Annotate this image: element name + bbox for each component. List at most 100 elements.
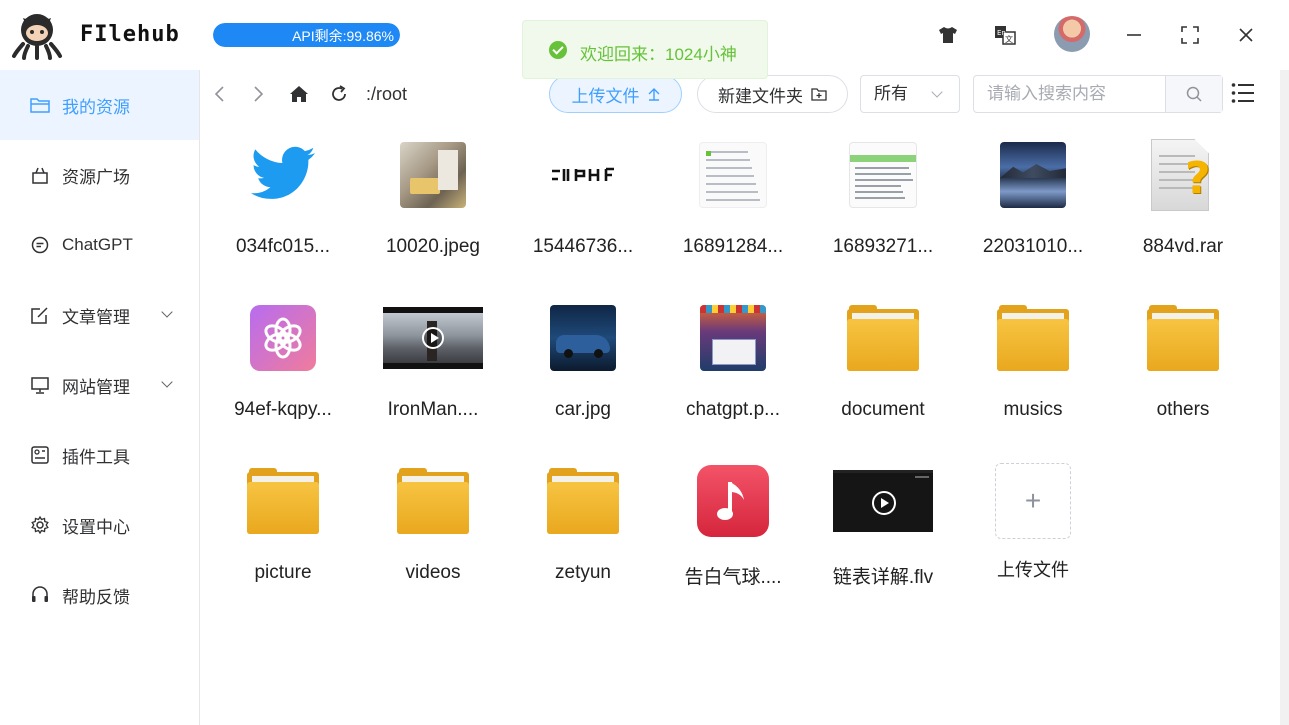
- sidebar-item[interactable]: 网站管理: [0, 350, 199, 420]
- translate-icon[interactable]: En 文: [992, 22, 1018, 48]
- file-name: 16893271...: [832, 236, 934, 257]
- upload-button-label: 上传文件: [571, 86, 640, 106]
- api-quota-label: API剩余:99.86%: [292, 28, 394, 44]
- file-name: chatgpt.p...: [685, 399, 780, 420]
- file-item[interactable]: 10020.jpeg: [358, 130, 508, 290]
- file-name: 链表详解.flv: [832, 567, 934, 588]
- file-item[interactable]: 034fc015...: [208, 130, 358, 290]
- home-icon[interactable]: [286, 81, 312, 107]
- file-item[interactable]: 15446736...: [508, 130, 658, 290]
- chevron-down-icon[interactable]: [161, 306, 173, 318]
- file-item[interactable]: car.jpg: [508, 293, 658, 453]
- folder-icon: [383, 456, 483, 546]
- unknown-file-icon: ?: [1133, 130, 1233, 220]
- folder-item[interactable]: others: [1108, 293, 1258, 453]
- monitor-icon: [30, 375, 50, 395]
- file-name: 034fc015...: [235, 236, 331, 257]
- sidebar-item-label: 资源广场: [62, 167, 130, 187]
- welcome-toast: 欢迎回来：1024小神: [522, 20, 768, 79]
- file-name: 15446736...: [532, 236, 634, 257]
- folder-icon: [833, 293, 933, 383]
- file-name: picture: [254, 562, 312, 583]
- minimize-icon[interactable]: [1121, 22, 1147, 48]
- upload-arrow-icon: [648, 88, 659, 101]
- sidebar-item[interactable]: 帮助反馈: [0, 560, 199, 630]
- folder-icon: [983, 293, 1083, 383]
- image-thumbnail: [683, 293, 783, 383]
- openai-logo-icon: [233, 293, 333, 383]
- file-name: 22031010...: [982, 236, 1084, 257]
- sidebar-item[interactable]: 插件工具: [0, 420, 199, 490]
- gear-icon: [30, 515, 50, 535]
- chevron-down-icon: [931, 86, 943, 98]
- sidebar-item[interactable]: 设置中心: [0, 490, 199, 560]
- sidebar-item-label: 帮助反馈: [62, 587, 130, 607]
- file-name: 16891284...: [682, 236, 784, 257]
- close-icon[interactable]: [1233, 22, 1259, 48]
- scrollbar[interactable]: [1280, 70, 1289, 725]
- folder-item[interactable]: videos: [358, 456, 508, 616]
- folder-icon: [1133, 293, 1233, 383]
- welcome-toast-message: 欢迎回来：1024小神: [580, 45, 737, 64]
- folder-icon: [30, 95, 50, 115]
- back-icon[interactable]: [206, 81, 232, 107]
- folder-item[interactable]: zetyun: [508, 456, 658, 616]
- folder-item[interactable]: document: [808, 293, 958, 453]
- plugin-icon: [30, 445, 50, 465]
- folder-item[interactable]: musics: [958, 293, 1108, 453]
- music-note-icon: [683, 456, 783, 546]
- file-name: 884vd.rar: [1142, 236, 1224, 257]
- chat-icon: [30, 235, 50, 255]
- file-name: car.jpg: [555, 399, 611, 420]
- file-item[interactable]: IronMan....: [358, 293, 508, 453]
- sidebar: 我的资源资源广场 ChatGPT 文章管理网站管理插件工具设置中心帮助反馈: [0, 70, 200, 725]
- sidebar-item[interactable]: 我的资源: [0, 70, 199, 140]
- maximize-icon[interactable]: [1177, 22, 1203, 48]
- file-name: 告白气球....: [684, 567, 782, 588]
- file-item[interactable]: 链表详解.flv: [808, 456, 958, 616]
- bag-icon: [30, 165, 50, 185]
- user-avatar[interactable]: [1054, 16, 1090, 52]
- app-brand: FIlehub: [80, 22, 180, 47]
- file-item[interactable]: chatgpt.p...: [658, 293, 808, 453]
- upload-tile[interactable]: + 上传文件: [958, 456, 1108, 616]
- new-folder-button[interactable]: 新建文件夹: [697, 75, 848, 113]
- sidebar-item[interactable]: 文章管理: [0, 280, 199, 350]
- file-item[interactable]: 16891284...: [658, 130, 808, 290]
- tshirt-icon[interactable]: [935, 22, 961, 48]
- current-path: :/root: [366, 84, 408, 104]
- file-item[interactable]: 94ef-kqpy...: [208, 293, 358, 453]
- file-name: IronMan....: [387, 399, 479, 420]
- folder-item[interactable]: picture: [208, 456, 358, 616]
- file-item[interactable]: 16893271...: [808, 130, 958, 290]
- file-name: 94ef-kqpy...: [234, 399, 332, 420]
- file-name: document: [841, 399, 925, 420]
- headset-icon: [30, 585, 50, 605]
- video-thumbnail: [833, 456, 933, 546]
- sidebar-item-label: ChatGPT: [62, 235, 133, 254]
- search-box: [973, 75, 1223, 113]
- sidebar-item[interactable]: 资源广场: [0, 140, 199, 210]
- list-view-icon[interactable]: [1231, 82, 1255, 104]
- search-input[interactable]: [974, 76, 1166, 112]
- refresh-icon[interactable]: [326, 81, 352, 107]
- image-thumbnail: [533, 293, 633, 383]
- upload-button[interactable]: 上传文件: [549, 75, 682, 113]
- file-item[interactable]: ? 884vd.rar: [1108, 130, 1258, 290]
- image-thumbnail: [833, 130, 933, 220]
- image-thumbnail: [983, 130, 1083, 220]
- file-type-filter[interactable]: 所有: [860, 75, 960, 113]
- api-quota-bar: API剩余:99.86%: [213, 23, 400, 47]
- file-item[interactable]: 22031010...: [958, 130, 1108, 290]
- chevron-down-icon[interactable]: [161, 376, 173, 388]
- file-item[interactable]: 告白气球....: [658, 456, 808, 616]
- success-check-icon: [549, 41, 567, 59]
- search-button[interactable]: [1165, 76, 1222, 112]
- sidebar-item-label: 设置中心: [62, 517, 130, 537]
- forward-icon[interactable]: [246, 81, 272, 107]
- video-thumbnail: [383, 293, 483, 383]
- sidebar-item[interactable]: ChatGPT: [0, 210, 199, 280]
- sidebar-item-label: 插件工具: [62, 447, 130, 467]
- sidebar-item-label: 文章管理: [62, 307, 130, 327]
- folder-add-icon: [811, 88, 827, 101]
